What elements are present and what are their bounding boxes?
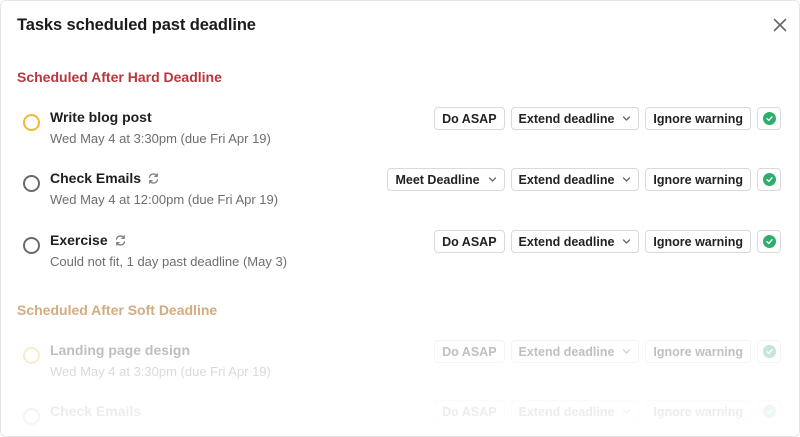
task-row: Write blog post Wed May 4 at 3:30pm (due… [1, 105, 799, 161]
check-icon [762, 345, 776, 358]
ignore-warning-button[interactable]: Ignore warning [645, 168, 751, 191]
task-status-circle[interactable] [23, 237, 40, 254]
task-subtitle: Wed May 4 at 3:30pm (due Fri Apr 19) [50, 131, 271, 146]
task-status-circle[interactable] [23, 175, 40, 192]
extend-deadline-dropdown[interactable]: Extend deadline [510, 168, 640, 191]
task-actions: Do ASAP Extend deadline Ignore warning [434, 230, 781, 253]
do-asap-button[interactable]: Do ASAP [434, 340, 505, 363]
task-status-circle[interactable] [23, 347, 40, 364]
task-name: Check Emails [50, 403, 142, 419]
do-asap-button[interactable]: Do ASAP [434, 400, 505, 423]
task-actions: Meet Deadline Extend deadline Ignore war… [387, 168, 781, 191]
extend-deadline-dropdown[interactable]: Extend deadline [510, 230, 640, 253]
task-name: Landing page design [50, 342, 191, 358]
task-row: Check Emails Wed May 4 at 12:00pm (due F… [1, 166, 799, 222]
task-subtitle: Wed May 4 at 12:00pm (due Fri Apr 19) [50, 192, 279, 207]
check-icon [762, 112, 776, 125]
confirm-button[interactable] [757, 107, 781, 130]
check-icon [762, 173, 776, 186]
task-actions: Do ASAP Extend deadline Ignore warning [434, 340, 781, 363]
do-asap-button[interactable]: Do ASAP [434, 230, 505, 253]
task-name: Check Emails [50, 170, 160, 186]
soft-deadline-section-title: Scheduled After Soft Deadline [17, 302, 218, 318]
repeat-icon [147, 172, 160, 185]
extend-deadline-dropdown[interactable]: Extend deadline [510, 400, 640, 423]
task-status-circle[interactable] [23, 408, 40, 425]
check-icon [762, 235, 776, 248]
task-subtitle: Wed May 4 at 3:30pm (due Fri Apr 19) [50, 364, 271, 379]
chevron-down-icon [488, 175, 497, 184]
extend-deadline-dropdown[interactable]: Extend deadline [510, 340, 640, 363]
confirm-button[interactable] [757, 400, 781, 423]
task-name: Write blog post [50, 109, 152, 125]
task-actions: Do ASAP Extend deadline Ignore warning [434, 107, 781, 130]
task-actions: Do ASAP Extend deadline Ignore warning [434, 400, 781, 423]
extend-deadline-dropdown[interactable]: Extend deadline [510, 107, 640, 130]
repeat-icon [114, 234, 127, 247]
confirm-button[interactable] [757, 340, 781, 363]
check-icon [762, 405, 776, 418]
confirm-button[interactable] [757, 230, 781, 253]
ignore-warning-button[interactable]: Ignore warning [645, 107, 751, 130]
ignore-warning-button[interactable]: Ignore warning [645, 400, 751, 423]
chevron-down-icon [622, 407, 631, 416]
past-deadline-dialog: Tasks scheduled past deadline Scheduled … [0, 0, 800, 437]
dialog-title: Tasks scheduled past deadline [17, 16, 256, 34]
chevron-down-icon [622, 114, 631, 123]
ignore-warning-button[interactable]: Ignore warning [645, 340, 751, 363]
confirm-button[interactable] [757, 168, 781, 191]
do-asap-button[interactable]: Do ASAP [434, 107, 505, 130]
task-name: Exercise [50, 232, 127, 248]
hard-deadline-section-title: Scheduled After Hard Deadline [17, 69, 222, 85]
task-status-circle[interactable] [23, 114, 40, 131]
close-icon[interactable] [771, 16, 789, 34]
task-row: Exercise Could not fit, 1 day past deadl… [1, 228, 799, 284]
chevron-down-icon [622, 347, 631, 356]
meet-deadline-dropdown[interactable]: Meet Deadline [387, 168, 505, 191]
chevron-down-icon [622, 237, 631, 246]
task-subtitle: Could not fit, 1 day past deadline (May … [50, 254, 288, 269]
task-row: Check Emails Do ASAP Extend deadline Ign… [1, 399, 799, 436]
task-row: Landing page design Wed May 4 at 3:30pm … [1, 338, 799, 394]
ignore-warning-button[interactable]: Ignore warning [645, 230, 751, 253]
chevron-down-icon [622, 175, 631, 184]
